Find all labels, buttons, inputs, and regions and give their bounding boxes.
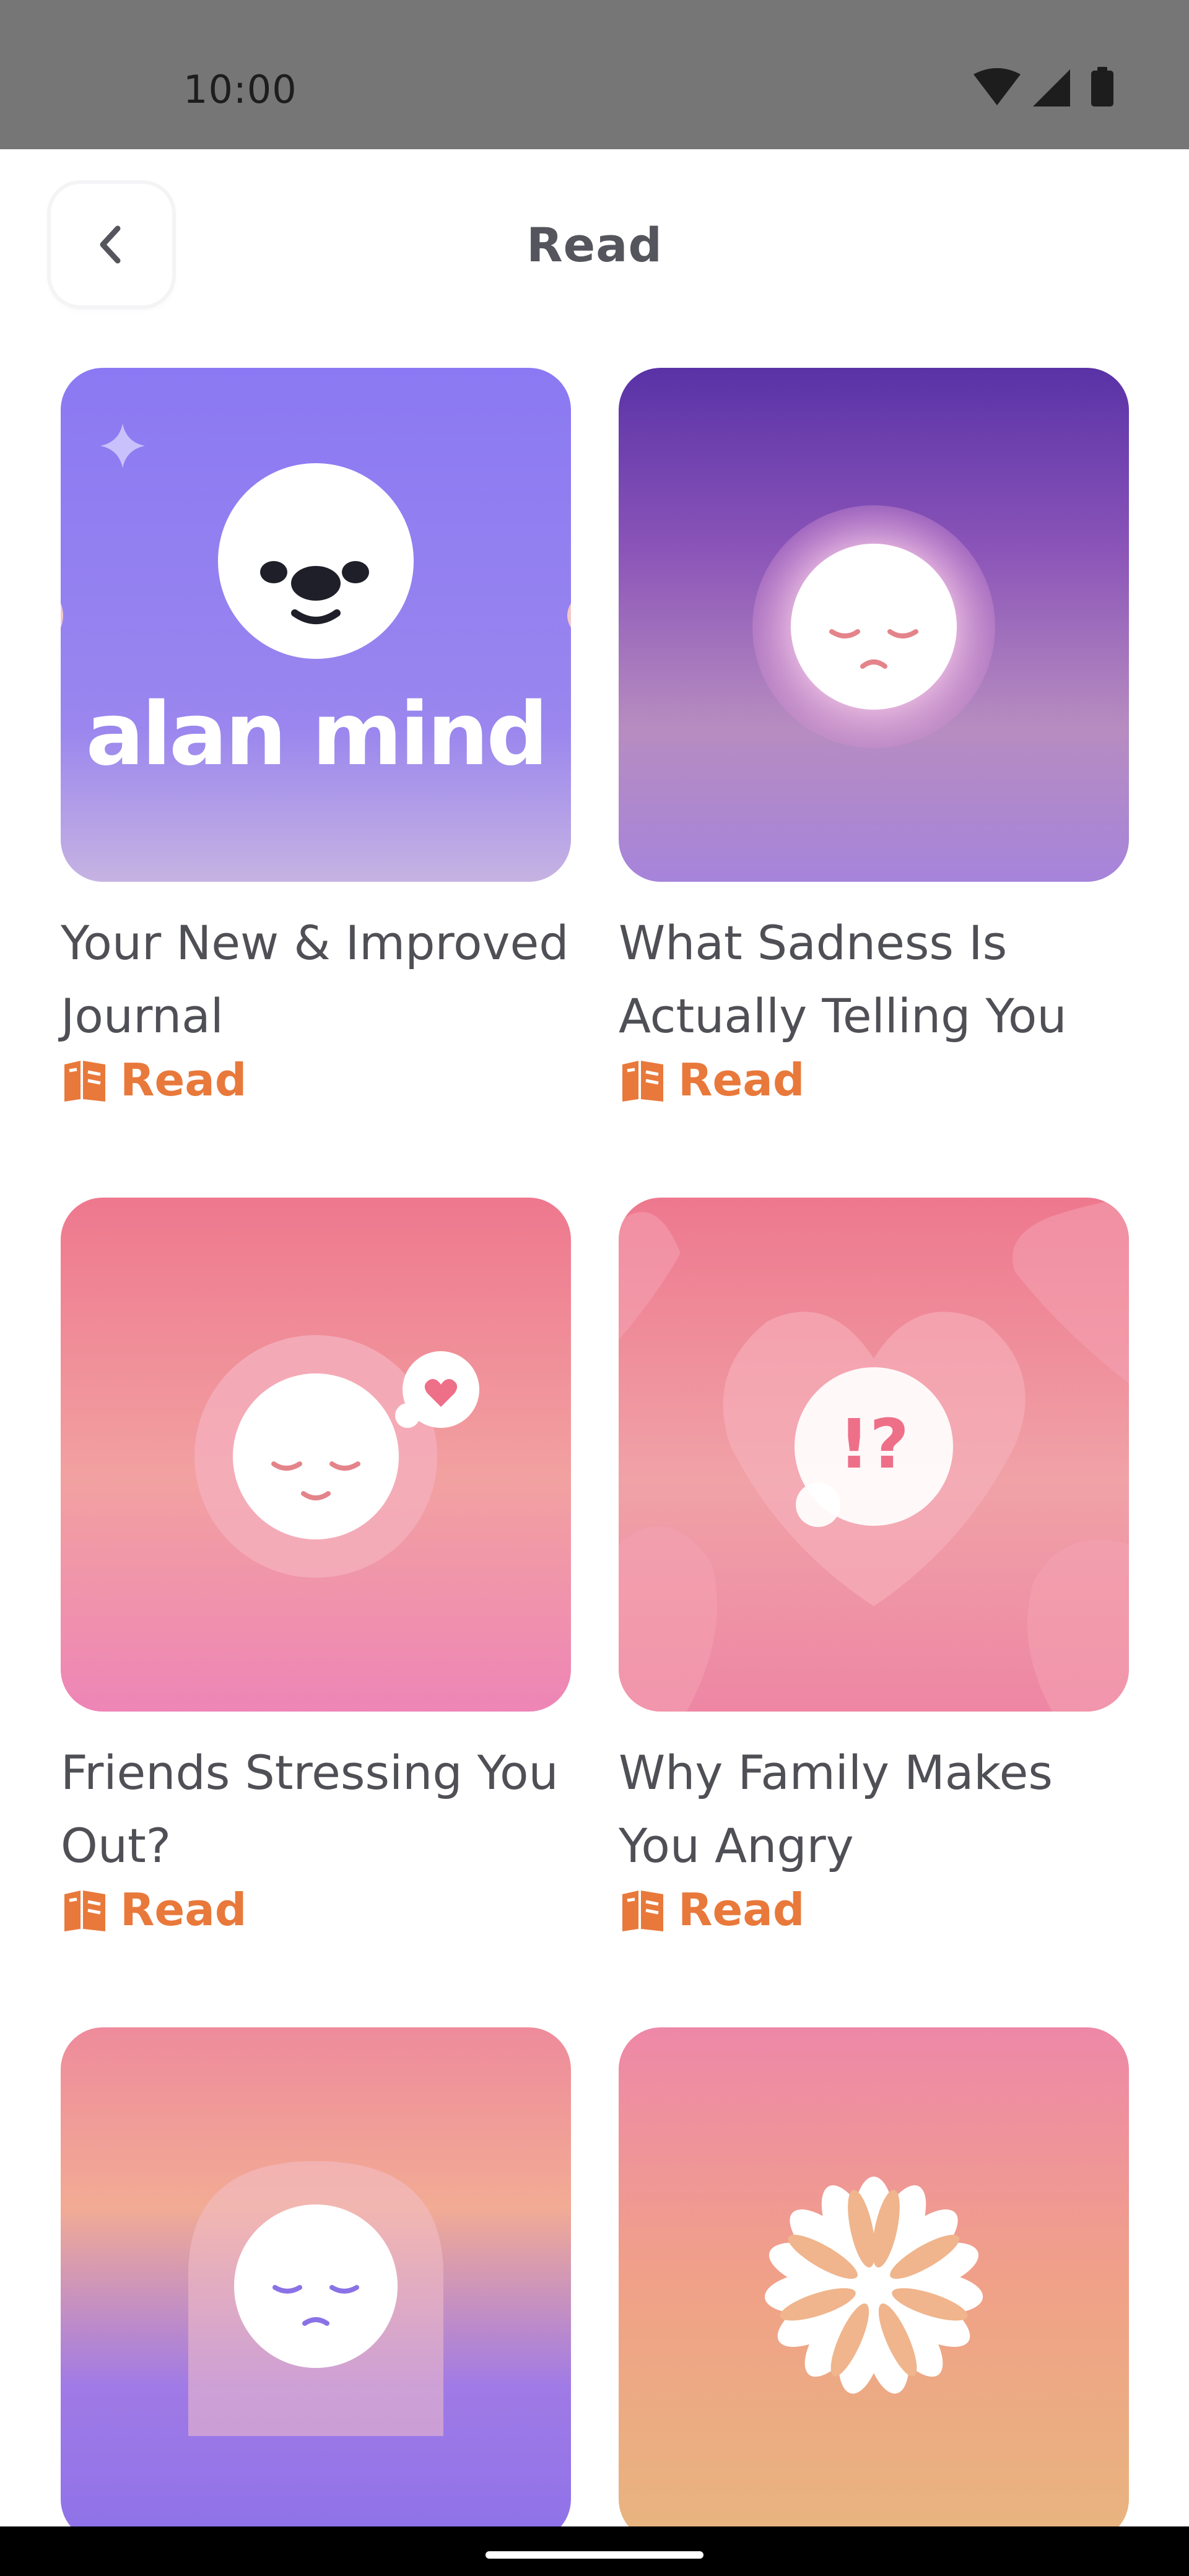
book-icon <box>64 1061 105 1102</box>
read-label: Read <box>678 1884 805 1936</box>
article-title: Friends Stressing You Out? <box>61 1745 559 1873</box>
article-title: What Sadness Is Actually Telling You <box>619 915 1067 1043</box>
home-gesture-handle[interactable] <box>486 2551 703 2559</box>
read-action[interactable]: Read <box>61 1879 246 1941</box>
read-label: Read <box>678 1054 805 1106</box>
navigation-bar <box>0 2526 1189 2576</box>
signal-icon <box>1033 69 1070 107</box>
read-label: Read <box>120 1884 247 1936</box>
bubble-text: !? <box>838 1404 909 1484</box>
wifi-icon <box>973 68 1021 105</box>
article-thumbnail <box>61 2027 571 2541</box>
header: Read <box>0 149 1189 347</box>
page-title: Read <box>526 217 663 272</box>
book-icon <box>64 1891 105 1931</box>
read-action[interactable]: Read <box>61 1049 246 1111</box>
status-icons <box>972 67 1133 110</box>
book-icon <box>622 1891 663 1931</box>
alan-mind-logo: alan mind <box>85 684 546 785</box>
screen: 10:00 Read alan mind Your New & Improved… <box>0 0 1189 2576</box>
article-thumbnail: alan mind <box>61 368 571 882</box>
article-thumbnail: !? <box>619 1198 1129 1712</box>
article-title: Your New & Improved Journal <box>61 915 569 1043</box>
read-action[interactable]: Read <box>619 1049 804 1111</box>
read-label: Read <box>120 1054 247 1106</box>
article-thumbnail <box>619 2027 1129 2541</box>
article-thumbnail <box>61 1198 571 1712</box>
article-thumbnail <box>619 368 1129 882</box>
battery-icon <box>1091 67 1113 107</box>
book-icon <box>622 1061 663 1102</box>
article-title: Why Family Makes You Angry <box>619 1745 1053 1873</box>
status-time: 10:00 <box>183 67 297 112</box>
read-action[interactable]: Read <box>619 1879 804 1941</box>
status-bar: 10:00 <box>0 0 1189 149</box>
